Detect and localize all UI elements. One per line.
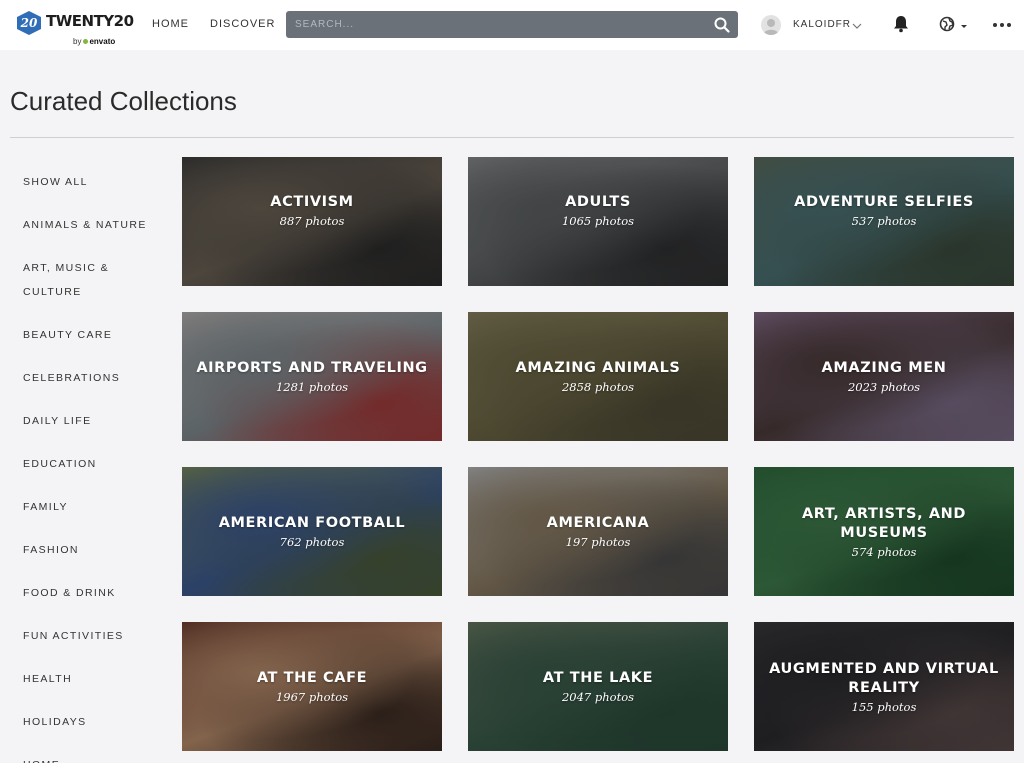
sidebar-item-food-drink[interactable]: FOOD & DRINK (23, 581, 153, 605)
collection-card-american-football[interactable]: AMERICAN FOOTBALL 762 photos (182, 467, 442, 596)
collection-title: AMERICANA (546, 515, 650, 531)
sidebar-item-art-music-culture[interactable]: ART, MUSIC & CULTURE (23, 256, 133, 304)
card-caption: AMAZING MEN 2023 photos (754, 312, 1014, 441)
collection-card-art-artists-museums[interactable]: ART, ARTISTS, AND MUSEUMS 574 photos (754, 467, 1014, 596)
sidebar-item-fashion[interactable]: FASHION (23, 538, 153, 562)
card-caption: AMAZING ANIMALS 2858 photos (468, 312, 728, 441)
collection-photo-count: 2023 photos (847, 380, 921, 394)
user-avatar[interactable] (761, 15, 781, 35)
sidebar-item-daily-life[interactable]: DAILY LIFE (23, 409, 153, 433)
collection-photo-count: 574 photos (851, 544, 917, 559)
sidebar-item-family[interactable]: FAMILY (23, 495, 153, 519)
collection-photo-count: 2047 photos (561, 690, 635, 704)
collection-title: AUGMENTED AND VIRTUAL REALITY (769, 660, 999, 696)
top-header: 20 TWENTY20 by envato HOME DISCOVER KALOI… (0, 0, 1024, 50)
more-icon[interactable] (992, 16, 1012, 34)
logo-by-text: by (73, 37, 82, 46)
collection-photo-count: 1065 photos (561, 214, 635, 228)
sidebar-item-home[interactable]: HOME (23, 753, 153, 763)
card-caption: AT THE CAFE 1967 photos (182, 622, 442, 751)
collection-title: AIRPORTS AND TRAVELING (196, 360, 428, 376)
card-caption: AT THE LAKE 2047 photos (468, 622, 728, 751)
collection-title: AT THE CAFE (256, 670, 368, 686)
card-caption: ACTIVISM 887 photos (182, 157, 442, 286)
collection-card-amazing-men[interactable]: AMAZING MEN 2023 photos (754, 312, 1014, 441)
logo-badge: 20 (17, 11, 41, 35)
collection-card-at-the-cafe[interactable]: AT THE CAFE 1967 photos (182, 622, 442, 751)
card-caption: AUGMENTED AND VIRTUAL REALITY 155 photos (754, 622, 1014, 751)
sidebar-item-education[interactable]: EDUCATION (23, 452, 153, 476)
card-caption: AIRPORTS AND TRAVELING 1281 photos (182, 312, 442, 441)
sidebar-item-celebrations[interactable]: CELEBRATIONS (23, 366, 153, 390)
logo-envato-text: envato (89, 37, 116, 46)
collection-card-activism[interactable]: ACTIVISM 887 photos (182, 157, 442, 286)
envato-leaf-icon (83, 39, 89, 44)
collection-photo-count: 1281 photos (275, 380, 349, 394)
card-caption: ADVENTURE SELFIES 537 photos (754, 157, 1014, 286)
user-name[interactable]: KALOIDFR (793, 19, 851, 30)
collection-title: AT THE LAKE (542, 670, 654, 686)
nav-home-link[interactable]: HOME (152, 18, 189, 30)
collection-card-at-the-lake[interactable]: AT THE LAKE 2047 photos (468, 622, 728, 751)
collection-card-augmented-virtual-reality[interactable]: AUGMENTED AND VIRTUAL REALITY 155 photos (754, 622, 1014, 751)
logo-wordmark: TWENTY20 (46, 12, 134, 30)
sidebar-item-beauty-care[interactable]: BEAUTY CARE (23, 323, 153, 347)
search-bar (286, 11, 738, 38)
card-caption: ART, ARTISTS, AND MUSEUMS 574 photos (754, 467, 1014, 596)
collection-title: ADVENTURE SELFIES (794, 194, 974, 210)
sidebar-item-fun-activities[interactable]: FUN ACTIVITIES (23, 624, 153, 648)
collection-photo-count: 2858 photos (561, 380, 635, 394)
collection-title: AMAZING MEN (821, 360, 947, 376)
category-sidebar: SHOW ALL ANIMALS & NATURE ART, MUSIC & C… (23, 170, 153, 763)
nav-discover-link[interactable]: DISCOVER (210, 18, 275, 30)
sidebar-item-show-all[interactable]: SHOW ALL (23, 170, 153, 194)
search-icon[interactable] (712, 15, 732, 35)
caret-down-icon (961, 25, 967, 28)
sidebar-item-animals-nature[interactable]: ANIMALS & NATURE (23, 213, 153, 237)
collection-title: ACTIVISM (270, 194, 354, 210)
collection-photo-count: 762 photos (279, 535, 345, 549)
sidebar-item-health[interactable]: HEALTH (23, 667, 153, 691)
collection-title: AMAZING ANIMALS (515, 360, 681, 376)
card-caption: AMERICANA 197 photos (468, 467, 728, 596)
collection-photo-count: 887 photos (279, 214, 345, 228)
collection-card-americana[interactable]: AMERICANA 197 photos (468, 467, 728, 596)
collection-card-adults[interactable]: ADULTS 1065 photos (468, 157, 728, 286)
collection-title: AMERICAN FOOTBALL (218, 515, 406, 531)
bell-icon[interactable] (891, 14, 911, 34)
search-input[interactable] (286, 11, 706, 38)
collection-title: ADULTS (565, 194, 631, 210)
collection-photo-count: 197 photos (565, 535, 631, 549)
twenty20-logo[interactable]: 20 TWENTY20 by envato (17, 10, 134, 46)
page-title: Curated Collections (10, 86, 237, 116)
chevron-down-icon[interactable] (852, 18, 862, 29)
collection-photo-count: 155 photos (851, 699, 917, 714)
collection-card-adventure-selfies[interactable]: ADVENTURE SELFIES 537 photos (754, 157, 1014, 286)
collection-card-amazing-animals[interactable]: AMAZING ANIMALS 2858 photos (468, 312, 728, 441)
card-caption: ADULTS 1065 photos (468, 157, 728, 286)
collection-photo-count: 1967 photos (275, 690, 349, 704)
collection-title: ART, ARTISTS, AND MUSEUMS (801, 505, 967, 541)
card-caption: AMERICAN FOOTBALL 762 photos (182, 467, 442, 596)
collection-photo-count: 537 photos (851, 214, 917, 228)
title-divider (10, 137, 1014, 138)
globe-icon[interactable] (938, 15, 968, 35)
collection-card-airports-traveling[interactable]: AIRPORTS AND TRAVELING 1281 photos (182, 312, 442, 441)
logo-envato-tag: by envato (73, 37, 115, 46)
sidebar-item-holidays[interactable]: HOLIDAYS (23, 710, 153, 734)
